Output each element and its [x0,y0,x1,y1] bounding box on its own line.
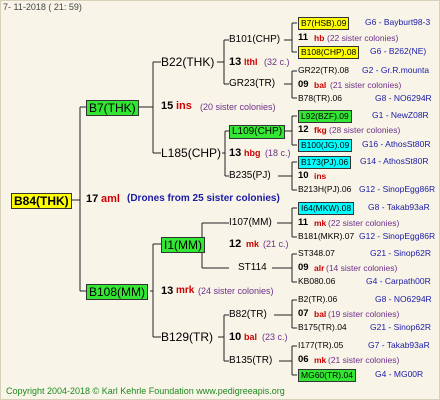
g4-name[interactable]: B173(PJ).06 [298,156,352,169]
gp-mm[interactable]: B129(TR) [161,331,213,343]
g4-species: bal [314,80,327,90]
g4-species: alr [314,263,325,273]
g4-name[interactable]: L92(BZF).09 [298,110,352,123]
ggp-4[interactable]: B235(PJ) [229,171,271,181]
father-note: (20 sister colonies) [200,102,276,112]
mother-note: (24 sister colonies) [198,286,274,296]
g4-num: 06 [298,354,309,365]
g4-species: hb [314,33,325,43]
gp-mm-num: 10 [229,331,242,343]
gp-mp-num: 12 [229,238,242,250]
ggp-2[interactable]: GR23(TR) [229,79,275,89]
g4-name[interactable]: ST348.07 [298,249,335,258]
g4-name[interactable]: B2(TR).06 [298,295,337,304]
gp-pp-species: lthl [244,57,258,67]
gp-pm-species: hbg [244,148,261,158]
g4-num: 07 [298,308,309,319]
gp-pp-note: (32 c.) [264,57,290,67]
gp-pp-num: 13 [229,56,242,68]
gp-pm-num: 13 [229,147,242,159]
g4-name[interactable]: B78(TR).06 [298,94,342,103]
gp-pm-note: (18 c.) [265,148,291,158]
g4-name[interactable]: B175(TR).04 [298,323,347,332]
father-colony[interactable]: B7(THK) [86,100,139,116]
g4-num: 12 [298,124,309,135]
root-species: aml [101,193,120,205]
father-num: 15 [161,100,174,112]
g4-name[interactable]: KB080.06 [298,277,335,286]
g4-num: 09 [298,262,309,273]
g4-species: fkg [314,125,327,135]
g4-note: G2 - Gr.R.mounta [362,65,430,75]
g4-note: G1 - NewZ08R [372,110,429,120]
g4-name[interactable]: B213H(PJ).06 [298,185,351,194]
g4-note: G6 - Bayburt98-3 [365,17,431,27]
root-colony[interactable]: B84(THK) [11,193,72,209]
g4-note: G4 - Carpath00R [366,276,431,286]
g4-num: 10 [298,170,309,181]
g4-note: G8 - NO6294R [375,93,432,103]
g4-note: G8 - Takab93aR [368,202,430,212]
ggp-5[interactable]: I107(MM) [229,218,272,228]
root-num: 17 [86,193,99,205]
g4-name[interactable]: B108(CHP).08 [298,46,360,59]
g4-note: (19 sister colonies) [328,309,400,319]
g4-note: (22 sister colonies) [327,33,399,43]
g4-species: mk [314,355,327,365]
ggp-6[interactable]: ST114 [238,263,267,273]
root-note: (Drones from 25 sister colonies) [127,193,280,204]
g4-note: G14 - AthosSt80R [360,156,429,166]
g4-note: (21 sister colonies) [330,80,402,90]
g4-name[interactable]: MG60(TR).04 [298,369,356,382]
mother-num: 13 [161,285,174,297]
g4-note: G12 - SinopEgg86R [359,231,436,241]
father-species: ins [176,100,192,112]
gp-mp[interactable]: I1(MM) [161,237,205,253]
ggp-3[interactable]: L109(CHP) [229,125,286,139]
g4-note: G21 - Sinop62R [370,248,431,258]
g4-name[interactable]: B181(MKR).07 [298,232,354,241]
g4-note: (21 sister colonies) [328,355,400,365]
g4-num: 11 [298,32,309,43]
mother-species: mrk [176,285,195,296]
g4-note: G7 - Takab93aR [368,340,430,350]
g4-species: mk [314,218,327,228]
g4-note: G4 - MG00R [375,369,424,379]
g4-name[interactable]: B100(JG).09 [298,139,353,152]
g4-note: G16 - AthosSt80R [362,139,431,149]
gp-mp-note: (21 c.) [263,239,289,249]
g4-name[interactable]: I177(TR).05 [298,341,343,350]
timestamp: 7- 11-2018 ( 21: 59) [3,2,82,12]
ggp-7[interactable]: B82(TR) [229,310,267,320]
mother-colony[interactable]: B108(MM) [86,284,149,300]
gp-mm-species: bal [244,332,258,342]
g4-note: G6 - B262(NE) [370,46,427,56]
gp-mp-species: mk [246,239,260,249]
g4-note: (28 sister colonies) [329,125,401,135]
g4-name[interactable]: I64(MKW).08 [298,202,355,215]
g4-note: (14 sister colonies) [326,263,398,273]
g4-species: ins [314,171,327,181]
g4-note: G21 - Sinop62R [370,322,431,332]
gp-mm-note: (23 c.) [262,332,288,342]
gp-pp[interactable]: B22(THK) [161,56,214,68]
g4-num: 11 [298,217,309,228]
footer: Copyright 2004-2018 © Karl Kehrle Founda… [6,386,285,396]
g4-note: G12 - SinopEgg86R [359,184,436,194]
g4-note: G8 - NO6294R [375,294,432,304]
g4-num: 09 [298,79,309,90]
g4-name[interactable]: GR22(TR).08 [298,66,349,75]
gp-pm[interactable]: L185(CHP) [161,147,221,159]
g4-note: (22 sister colonies) [328,218,400,228]
ggp-8[interactable]: B135(TR) [229,356,272,366]
g4-species: bal [314,309,327,319]
ggp-1[interactable]: B101(CHP) [229,35,280,45]
g4-name[interactable]: B7(HSB).09 [298,17,350,30]
